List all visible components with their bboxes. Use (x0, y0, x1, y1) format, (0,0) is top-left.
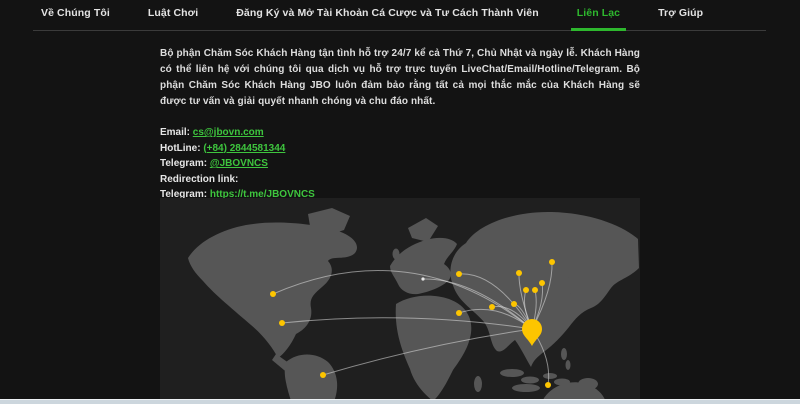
map-location-dot (270, 291, 276, 297)
contact-page-content: Bộ phận Chăm Sóc Khách Hàng tận tình hỗ … (160, 46, 640, 203)
map-location-dot (545, 382, 551, 388)
map-location-dot (320, 372, 326, 378)
top-nav: Về Chúng Tôi Luật Chơi Đăng Ký và Mở Tài… (33, 0, 766, 31)
map-location-dot (511, 301, 517, 307)
map-location-dot (489, 304, 495, 310)
world-map-svg (160, 198, 640, 404)
map-location-dot (539, 280, 545, 286)
contact-label: HotLine: (160, 143, 201, 154)
map-location-dot (456, 310, 462, 316)
telegram-handle-link[interactable]: @JBOVNCS (210, 158, 268, 169)
hotline-link[interactable]: (+84) 2844581344 (203, 143, 285, 154)
email-link[interactable]: cs@jbovn.com (193, 127, 264, 138)
contact-label: Redirection link: (160, 174, 238, 185)
contact-line-email: Email: cs@jbovn.com (160, 125, 640, 141)
map-location-dot (532, 287, 538, 293)
tab-contact[interactable]: Liên Lạc (571, 7, 626, 30)
map-location-dot (279, 320, 285, 326)
tab-help[interactable]: Trợ Giúp (652, 7, 709, 30)
tab-about[interactable]: Về Chúng Tôi (35, 7, 116, 30)
map-continents (188, 208, 639, 404)
tab-register[interactable]: Đăng Ký và Mở Tài Khoản Cá Cược và Tư Cá… (230, 7, 544, 30)
contact-list: Email: cs@jbovn.com HotLine: (+84) 28445… (160, 125, 640, 203)
map-location-dot (421, 277, 424, 280)
map-location-dot (456, 271, 462, 277)
world-map-image (160, 198, 640, 404)
tab-rules[interactable]: Luật Chơi (142, 7, 204, 30)
contact-line-telegram: Telegram: @JBOVNCS (160, 156, 640, 172)
horizontal-scrollbar[interactable] (0, 399, 800, 404)
map-location-dot (516, 270, 522, 276)
map-location-dot (549, 259, 555, 265)
contact-line-hotline: HotLine: (+84) 2844581344 (160, 141, 640, 157)
map-location-dot (523, 287, 529, 293)
support-paragraph: Bộ phận Chăm Sóc Khách Hàng tận tình hỗ … (160, 46, 640, 110)
contact-label: Telegram: (160, 158, 207, 169)
contact-line-redirection: Redirection link: (160, 172, 640, 188)
contact-label: Email: (160, 127, 190, 138)
